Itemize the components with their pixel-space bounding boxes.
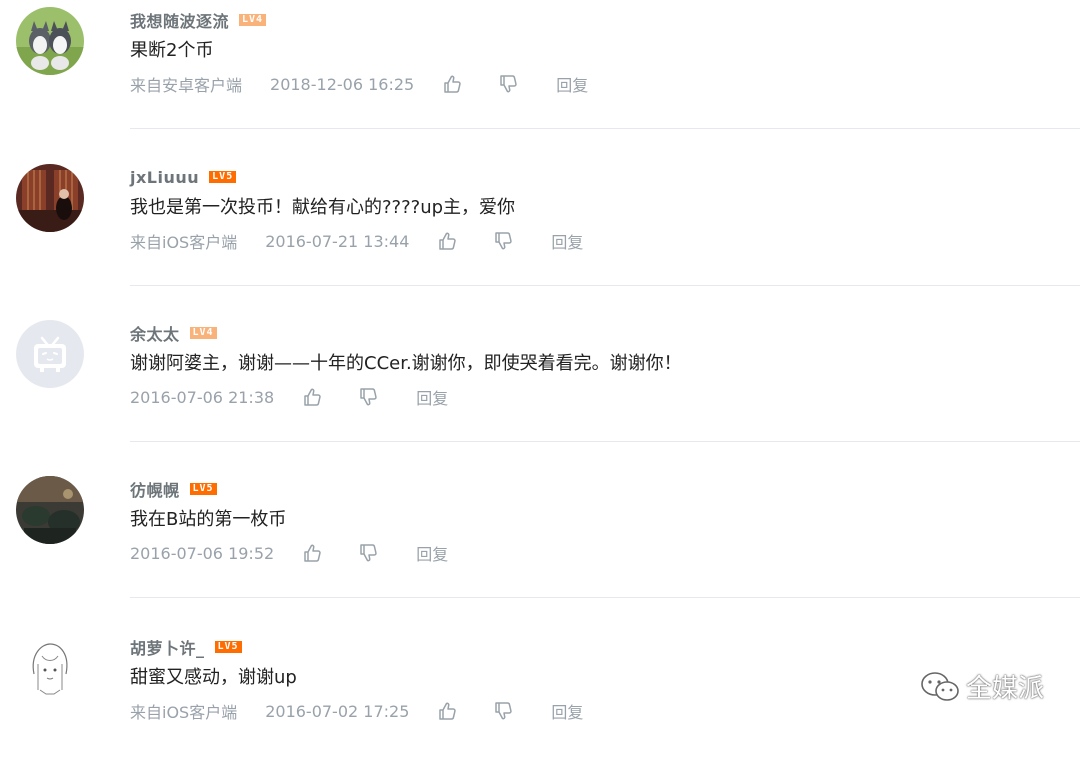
client-source: 来自iOS客户端 — [130, 703, 238, 722]
watermark: 全媒派 — [920, 668, 1044, 705]
dislike-button[interactable] — [352, 541, 384, 565]
like-button[interactable] — [296, 541, 328, 565]
husky-puppies-avatar[interactable] — [16, 7, 84, 75]
reply-button[interactable]: 回复 — [556, 72, 588, 96]
thumbs-up-icon — [439, 702, 457, 720]
comment-text: 谢谢阿婆主，谢谢——十年的CCer.谢谢你，即使哭着看完。谢谢你！ — [130, 353, 682, 374]
thumbs-down-icon — [360, 388, 377, 406]
default-tv-avatar[interactable] — [16, 320, 84, 388]
divider — [130, 597, 1080, 598]
reply-button[interactable]: 回复 — [416, 541, 448, 565]
level-badge: LV4 — [239, 14, 267, 26]
dim-room-photo-avatar[interactable] — [16, 164, 84, 232]
thumbs-down-icon — [495, 232, 513, 250]
comment-text: 我也是第一次投币！献给有心的????up主，爱你 — [130, 197, 516, 218]
comment-item: jxLiuuu LV5 我也是第一次投币！献给有心的????up主，爱你 来自i… — [0, 157, 1080, 313]
reply-button[interactable]: 回复 — [551, 229, 583, 253]
like-button[interactable] — [431, 699, 463, 723]
comment-text: 甜蜜又感动，谢谢up — [130, 667, 297, 688]
client-source: 来自iOS客户端 — [130, 233, 238, 252]
level-badge: LV5 — [189, 483, 217, 495]
thumbs-up-icon — [439, 232, 457, 250]
dislike-button[interactable] — [492, 72, 524, 96]
timestamp: 2016-07-06 21:38 — [130, 387, 275, 407]
watermark-text: 全媒派 — [966, 674, 1045, 704]
comment-item: 彷幌幌 LV5 我在B站的第一枚币 2016-07-06 19:52 回复 — [0, 469, 1080, 625]
comment-text: 果断2个币 — [130, 40, 214, 61]
divider — [130, 128, 1080, 129]
thumbs-down-icon — [500, 75, 517, 93]
username[interactable]: 余太太 — [130, 321, 180, 345]
username[interactable]: 我想随波逐流 — [130, 8, 229, 32]
level-badge: LV4 — [189, 327, 217, 339]
level-badge: LV5 — [209, 171, 237, 183]
dislike-button[interactable] — [487, 229, 519, 253]
divider — [130, 441, 1080, 442]
like-button[interactable] — [436, 72, 468, 96]
dislike-button[interactable] — [352, 385, 384, 409]
username[interactable]: jxLiuuu — [130, 168, 199, 187]
comment-text: 我在B站的第一枚币 — [130, 509, 287, 530]
timestamp: 2016-07-06 19:52 — [130, 543, 275, 563]
thumbs-up-icon — [444, 75, 461, 93]
comment-item: 我想随波逐流 LV4 果断2个币 来自安卓客户端 2018-12-06 16:2… — [0, 0, 1080, 156]
divider — [130, 285, 1080, 286]
timestamp: 2018-12-06 16:25 — [270, 74, 415, 94]
like-button[interactable] — [431, 229, 463, 253]
like-button[interactable] — [296, 385, 328, 409]
thumbs-down-icon — [495, 702, 513, 720]
client-source: 来自安卓客户端 — [130, 76, 243, 95]
username[interactable]: 胡萝卜许_ — [130, 635, 205, 659]
thumbs-up-icon — [304, 388, 321, 406]
dark-scene-avatar[interactable] — [16, 476, 84, 544]
wechat-icon — [921, 671, 959, 701]
thumbs-up-icon — [304, 544, 321, 562]
sketch-girl-avatar[interactable] — [16, 634, 84, 702]
thumbs-down-icon — [360, 544, 377, 562]
reply-button[interactable]: 回复 — [551, 699, 583, 723]
reply-button[interactable]: 回复 — [416, 385, 448, 409]
dislike-button[interactable] — [487, 699, 519, 723]
level-badge: LV5 — [214, 641, 242, 653]
timestamp: 2016-07-02 17:25 — [265, 701, 410, 721]
username[interactable]: 彷幌幌 — [130, 477, 180, 501]
comment-item: 余太太 LV4 谢谢阿婆主，谢谢——十年的CCer.谢谢你，即使哭着看完。谢谢你… — [0, 313, 1080, 469]
timestamp: 2016-07-21 13:44 — [265, 231, 410, 251]
comment-item: 胡萝卜许_ LV5 甜蜜又感动，谢谢up 来自iOS客户端 2016-07-02… — [0, 627, 1080, 783]
